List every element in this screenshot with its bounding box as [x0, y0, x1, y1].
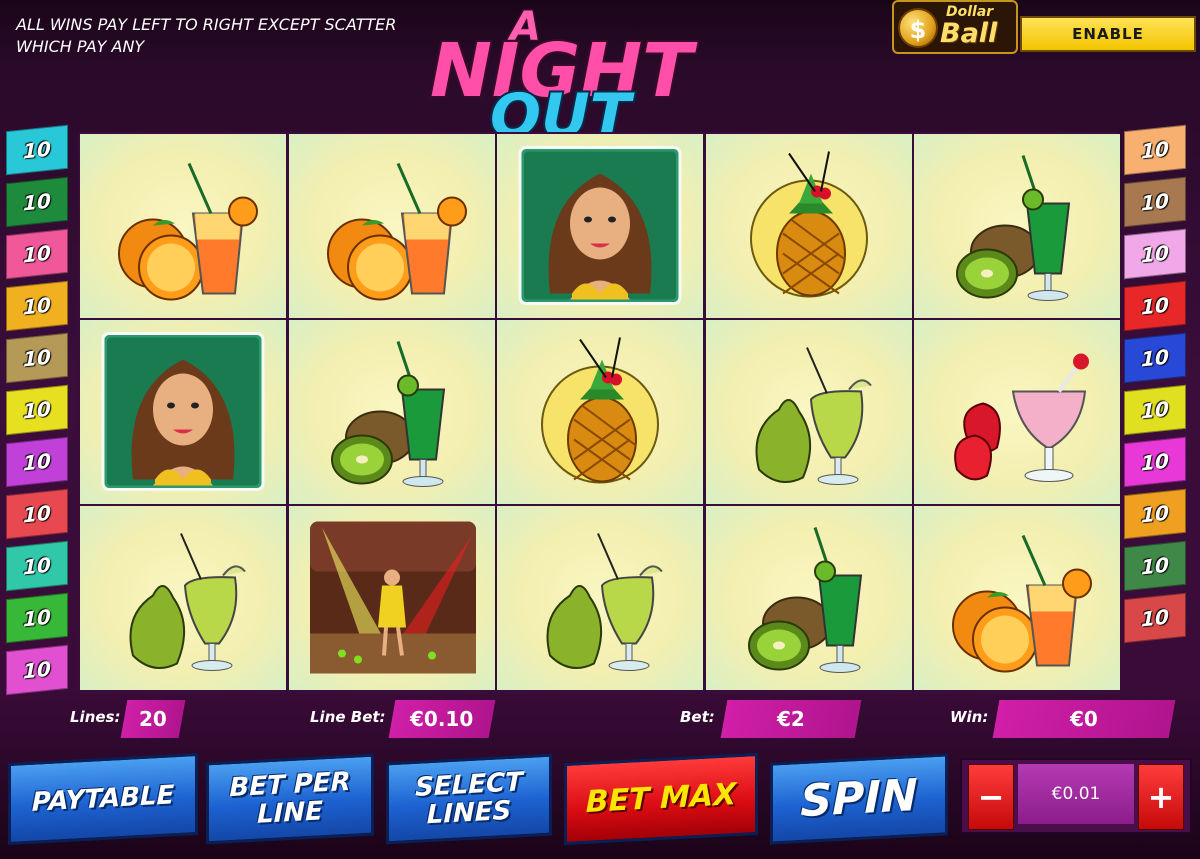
payline-indicator-left-1[interactable]: 10: [6, 124, 68, 176]
strawberry-cocktail-icon: [954, 353, 1089, 482]
reel-cell-r3-c4: [705, 506, 912, 690]
dollar-ball-logo: $ Dollar Ball: [892, 0, 1018, 54]
payline-indicator-left-11[interactable]: 10: [6, 644, 68, 696]
increase-stake-button[interactable]: +: [1138, 764, 1184, 830]
bet-value: €2: [720, 700, 862, 738]
payline-indicator-right-4[interactable]: 10: [1124, 280, 1186, 332]
win-label: Win:: [950, 708, 989, 726]
payline-indicator-right-8[interactable]: 10: [1124, 488, 1186, 540]
payline-indicators-right: 10 10 10 10 10 10 10 10 10 10: [1124, 124, 1196, 648]
payline-indicator-right-10[interactable]: 10: [1124, 592, 1186, 644]
payline-indicator-left-5[interactable]: 10: [6, 332, 68, 384]
woman-icon: [518, 146, 682, 305]
stake-value: €0.01: [1018, 764, 1134, 824]
payline-indicator-right-2[interactable]: 10: [1124, 176, 1186, 228]
paytable-button[interactable]: PAYTABLE: [8, 753, 198, 845]
reel-cell-r3-c3: [497, 506, 703, 690]
payline-indicator-left-2[interactable]: 10: [6, 176, 68, 228]
reel-cell-r2-c2: [288, 320, 495, 504]
reel-cell-r3-c5: [914, 506, 1120, 690]
line-bet-label: Line Bet:: [310, 708, 386, 726]
dancer-scatter-icon: [309, 521, 476, 674]
payline-indicator-left-4[interactable]: 10: [6, 280, 68, 332]
game-logo: A NIGHT OUT: [428, 0, 760, 154]
reel-cell-r2-c1: [80, 320, 286, 504]
pineapple-cocktail-icon: [749, 151, 868, 298]
payline-indicator-left-10[interactable]: 10: [6, 592, 68, 644]
bet-per-line-label-2: LINE: [257, 796, 323, 830]
dollar-ball-word2: Ball: [940, 18, 998, 49]
bet-per-line-button[interactable]: BET PER LINE: [206, 753, 374, 845]
payline-indicator-left-7[interactable]: 10: [6, 436, 68, 488]
reel-cell-r2-c3: [497, 320, 703, 504]
pear-cocktail-icon: [129, 533, 246, 671]
bet-max-button[interactable]: BET MAX: [564, 752, 758, 846]
paytable-label: PAYTABLE: [31, 780, 175, 818]
reel-cell-r2-c4: [705, 320, 912, 504]
payline-indicators-left: 10 10 10 10 10 10 10 10 10 10 10: [6, 124, 78, 700]
pear-cocktail-icon: [755, 347, 872, 485]
payline-indicator-right-5[interactable]: 10: [1124, 332, 1186, 384]
reel-cell-r1-c4: [705, 134, 912, 318]
bet-max-label: BET MAX: [585, 777, 737, 820]
payline-indicator-left-3[interactable]: 10: [6, 228, 68, 280]
kiwi-cocktail-icon: [956, 155, 1071, 301]
control-panel: PAYTABLE BET PER LINE SELECT LINES BET M…: [0, 752, 1200, 859]
payline-indicator-right-3[interactable]: 10: [1124, 228, 1186, 280]
rules-line-2: WHICH PAY ANY: [16, 37, 145, 56]
payline-indicator-left-6[interactable]: 10: [6, 384, 68, 436]
lines-value: 20: [120, 700, 186, 738]
select-lines-label-2: LINES: [426, 795, 512, 831]
bet-label: Bet:: [680, 708, 715, 726]
spin-button[interactable]: SPIN: [770, 753, 948, 845]
status-bar: Lines: 20 Line Bet: €0.10 Bet: €2 Win: €…: [0, 696, 1200, 742]
payline-indicator-left-9[interactable]: 10: [6, 540, 68, 592]
reel-cell-r3-c2: [288, 506, 495, 690]
reel-cell-r2-c5: [914, 320, 1120, 504]
dollar-coin-icon: $: [898, 8, 938, 48]
woman-icon: [101, 332, 265, 491]
orange-cocktail-icon: [326, 162, 467, 301]
select-lines-button[interactable]: SELECT LINES: [386, 753, 552, 845]
kiwi-cocktail-icon: [747, 527, 862, 673]
reel-grid: [78, 132, 1120, 694]
rules-info: ALL WINS PAY LEFT TO RIGHT EXCEPT SCATTE…: [16, 14, 446, 58]
reel-cell-r3-c1: [80, 506, 286, 690]
enable-button[interactable]: ENABLE: [1020, 16, 1196, 52]
reel-cell-r1-c3: [497, 134, 703, 318]
dollar-ball-panel: $ Dollar Ball ENABLE: [892, 0, 1200, 54]
orange-cocktail-icon: [118, 162, 258, 301]
payline-indicator-right-1[interactable]: 10: [1124, 124, 1186, 176]
kiwi-cocktail-icon: [330, 341, 445, 487]
payline-indicator-left-8[interactable]: 10: [6, 488, 68, 540]
decrease-stake-button[interactable]: −: [968, 764, 1014, 830]
reel-cell-r1-c5: [914, 134, 1120, 318]
payline-indicator-right-7[interactable]: 10: [1124, 436, 1186, 488]
payline-indicator-right-6[interactable]: 10: [1124, 384, 1186, 436]
pear-cocktail-icon: [546, 533, 663, 671]
reel-cell-r1-c2: [288, 134, 495, 318]
stake-selector: − €0.01 +: [960, 758, 1192, 834]
pineapple-cocktail-icon: [541, 337, 659, 484]
lines-label: Lines:: [70, 708, 121, 726]
line-bet-value: €0.10: [388, 700, 496, 738]
spin-label: SPIN: [800, 769, 918, 828]
orange-cocktail-icon: [952, 534, 1092, 673]
payline-indicator-right-9[interactable]: 10: [1124, 540, 1186, 592]
win-value: €0: [992, 700, 1176, 738]
reel-cell-r1-c1: [80, 134, 286, 318]
rules-line-1: ALL WINS PAY LEFT TO RIGHT EXCEPT SCATTE…: [16, 15, 397, 34]
